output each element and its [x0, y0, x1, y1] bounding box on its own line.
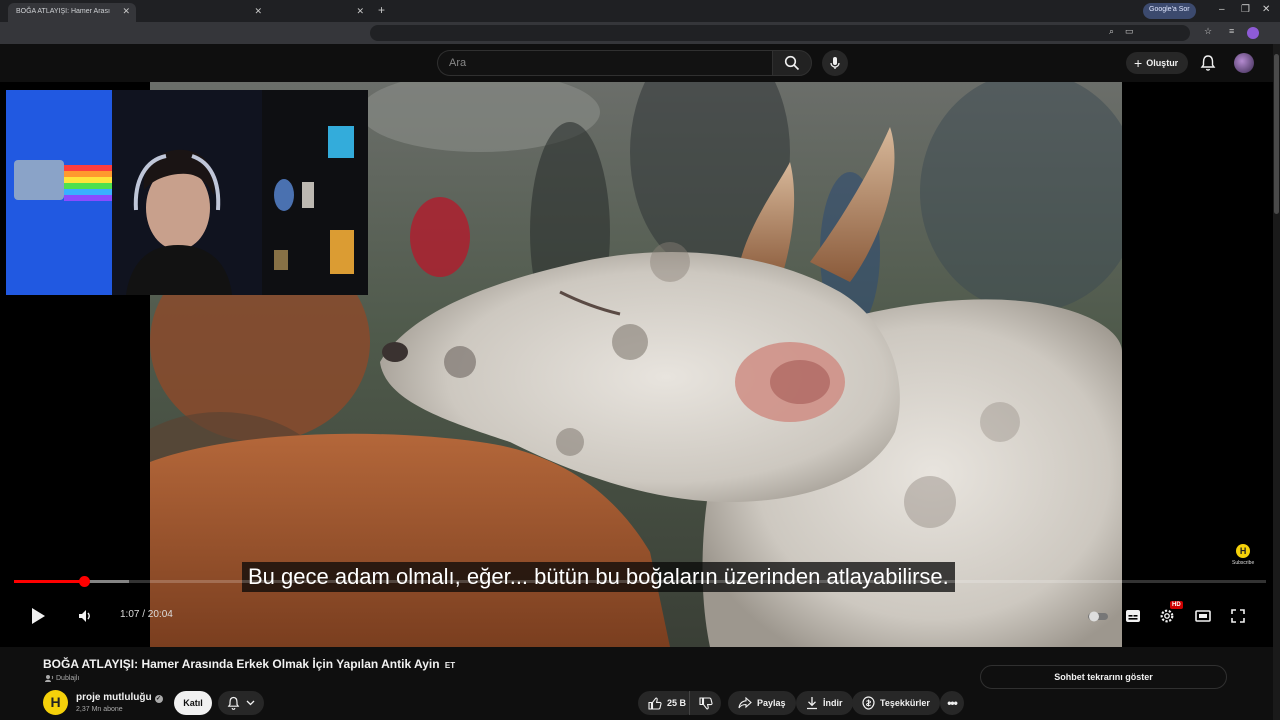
tab-close-icon[interactable]: ✕	[254, 6, 262, 17]
like-count: 25 B	[667, 698, 687, 708]
voice-search-button[interactable]	[822, 50, 848, 76]
super-thanks-icon	[862, 696, 875, 710]
account-avatar[interactable]	[1234, 53, 1254, 73]
new-tab-icon[interactable]: +	[378, 3, 385, 17]
thanks-button[interactable]: Teşekkürler	[852, 691, 940, 715]
omnibox[interactable]	[370, 25, 1190, 41]
join-button[interactable]: Katıl	[174, 691, 212, 715]
video-title-text: BOĞA ATLAYIŞI: Hamer Arasında Erkek Olma…	[43, 657, 440, 671]
verified-check-icon: ✓	[154, 695, 163, 703]
tab-close-icon[interactable]: ✕	[122, 6, 130, 17]
subtitle-caption: Bu gece adam olmalı, eğer... bütün bu bo…	[242, 562, 955, 592]
browser-address-bar	[0, 22, 1280, 44]
close-window-icon[interactable]: ✕	[1262, 4, 1270, 15]
browser-tab[interactable]: ✕	[140, 3, 268, 22]
toggle-icon	[1088, 611, 1108, 622]
settings-button[interactable]	[1157, 606, 1177, 626]
google-sor-label: Google'a Sor	[1149, 6, 1190, 13]
fullscreen-icon	[1231, 609, 1245, 623]
thumbs-up-icon	[648, 697, 662, 710]
scrollbar-thumb[interactable]	[1274, 54, 1279, 214]
channel-name-link[interactable]: proje mutluluğu ✓	[76, 692, 163, 703]
play-button[interactable]	[28, 606, 48, 626]
show-chat-replay-button[interactable]: Sohbet tekrarını göster	[980, 665, 1227, 689]
progress-scrubber[interactable]	[79, 576, 90, 587]
browser-tab[interactable]: ✕	[270, 3, 370, 22]
title-badge: ET	[444, 661, 456, 670]
minimize-icon[interactable]: –	[1219, 4, 1225, 15]
dubbed-indicator: Dublajlı	[45, 674, 79, 682]
progress-played	[14, 580, 84, 583]
more-horizontal-icon: •••	[947, 696, 958, 710]
page-scrollbar[interactable]	[1273, 44, 1280, 720]
browser-profile-avatar[interactable]	[1247, 27, 1259, 39]
screen: BOĞA ATLAYIŞI: Hamer Arası ✕ ✕ ✕ + – ❐ ✕…	[0, 0, 1280, 720]
webcam-overlay	[6, 90, 368, 295]
subscription-notifications-button[interactable]	[218, 691, 264, 715]
search-button[interactable]	[772, 50, 812, 76]
chat-replay-label: Sohbet tekrarını göster	[1054, 672, 1153, 682]
subscriber-count: 2,37 Mn abone	[76, 706, 123, 713]
tab-close-icon[interactable]: ✕	[356, 6, 364, 17]
play-icon	[32, 608, 45, 624]
subtitles-button[interactable]	[1123, 606, 1143, 626]
youtube-header: Ara + Oluştur	[0, 44, 1280, 82]
channel-watermark[interactable]: H Subscribe	[1232, 544, 1254, 566]
download-button[interactable]: İndir	[796, 691, 853, 715]
dub-label: Dublajlı	[56, 674, 80, 682]
search-icon	[784, 55, 800, 71]
dub-icon	[45, 675, 54, 682]
watermark-logo: H	[1236, 544, 1251, 558]
more-actions-button[interactable]: •••	[940, 691, 964, 715]
google-sor-button[interactable]: Google'a Sor	[1143, 3, 1196, 19]
search-placeholder: Ara	[449, 57, 467, 69]
fullscreen-button[interactable]	[1228, 606, 1248, 626]
watermark-label: Subscribe	[1232, 560, 1255, 566]
share-button[interactable]: Paylaş	[728, 691, 796, 715]
volume-icon	[79, 610, 90, 622]
theater-icon	[1195, 610, 1211, 622]
volume-button[interactable]	[75, 606, 95, 626]
tab-title: BOĞA ATLAYIŞI: Hamer Arası	[16, 8, 110, 15]
create-label: Oluştur	[1146, 58, 1179, 68]
extensions-icon[interactable]: ≡	[1229, 26, 1234, 36]
plus-icon: +	[1134, 55, 1143, 71]
theater-mode-button[interactable]	[1193, 606, 1213, 626]
thumbs-down-icon	[698, 696, 713, 709]
hd-badge: HD	[1170, 601, 1183, 609]
browser-tab-bar: BOĞA ATLAYIŞI: Hamer Arası ✕ ✕ ✕ + – ❐ ✕	[0, 0, 1280, 22]
subtitles-icon	[1126, 610, 1140, 622]
streamer-webcam-image	[6, 90, 368, 295]
video-title: BOĞA ATLAYIŞI: Hamer Arasında Erkek Olma…	[43, 657, 455, 671]
gear-icon	[1160, 609, 1174, 623]
search-input[interactable]: Ara	[437, 50, 773, 76]
thanks-label: Teşekkürler	[880, 698, 930, 708]
bookmark-star-icon[interactable]: ☆	[1204, 26, 1212, 37]
video-player[interactable]: Bu gece adam olmalı, eğer... bütün bu bo…	[0, 82, 1280, 647]
autoplay-toggle[interactable]	[1086, 608, 1110, 624]
dislike-button[interactable]	[689, 691, 721, 715]
channel-avatar[interactable]: H	[43, 690, 68, 715]
browser-tab-active[interactable]: BOĞA ATLAYIŞI: Hamer Arası ✕	[8, 3, 136, 22]
progress-bar[interactable]	[14, 576, 1266, 587]
join-label: Katıl	[183, 698, 203, 708]
cast-icon[interactable]: ▭	[1125, 26, 1134, 37]
microphone-icon	[830, 57, 840, 69]
channel-avatar-letter: H	[50, 694, 61, 710]
share-icon	[738, 697, 752, 709]
chevron-down-icon	[246, 700, 255, 706]
channel-name: proje mutluluğu	[76, 692, 152, 703]
share-label: Paylaş	[757, 698, 786, 708]
bell-icon	[227, 696, 240, 710]
time-display: 1:07 / 20:04	[120, 609, 173, 620]
notifications-bell-icon[interactable]	[1200, 54, 1216, 72]
download-label: İndir	[823, 698, 843, 708]
create-button[interactable]: + Oluştur	[1126, 52, 1189, 74]
restore-icon[interactable]: ❐	[1241, 4, 1250, 15]
download-icon	[807, 697, 817, 710]
zoom-icon[interactable]: ⌕	[1109, 26, 1114, 37]
